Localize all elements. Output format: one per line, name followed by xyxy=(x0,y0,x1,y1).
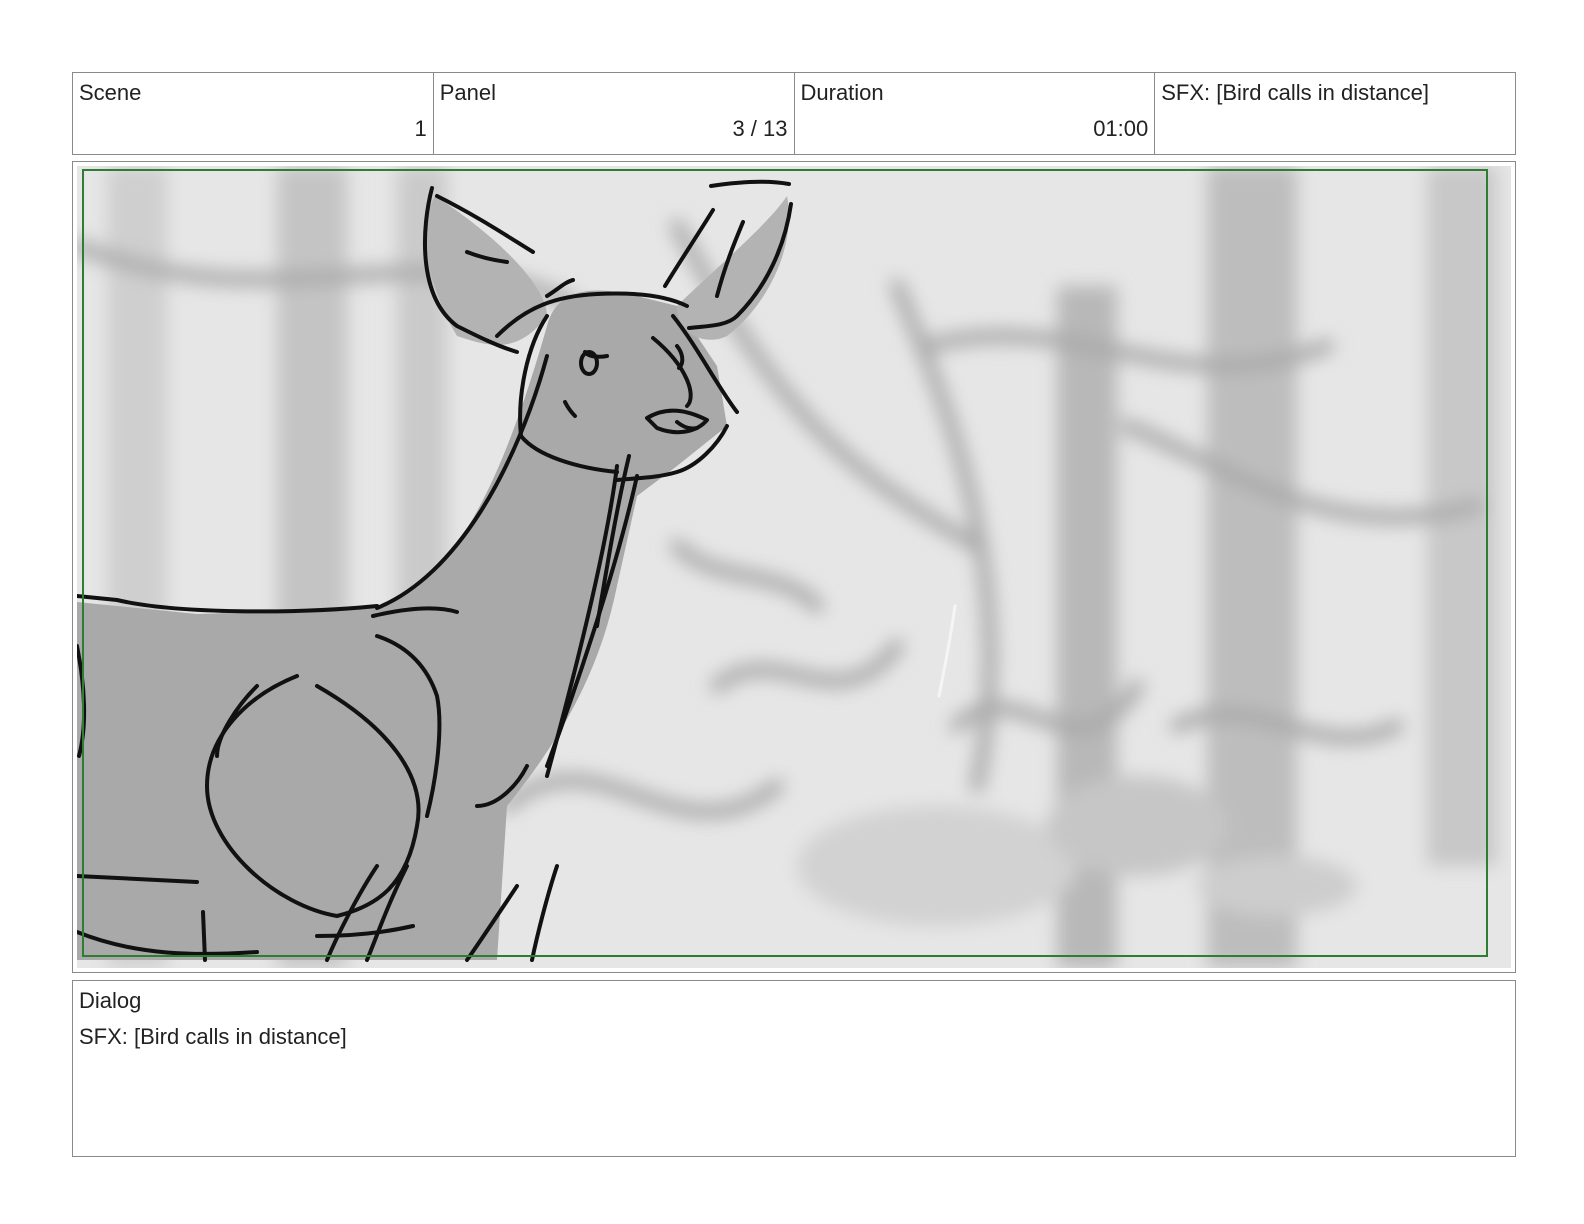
note-cell: SFX: [Bird calls in distance] xyxy=(1155,73,1515,154)
scene-cell: Scene 1 xyxy=(73,73,434,154)
duration-label: Duration xyxy=(800,80,884,105)
note-text[interactable]: SFX: [Bird calls in distance] xyxy=(1161,81,1429,105)
dialog-box: Dialog SFX: [Bird calls in distance] xyxy=(72,980,1516,1157)
panel-value[interactable]: 3 / 13 xyxy=(732,117,787,141)
duration-cell: Duration 01:00 xyxy=(795,73,1156,154)
duration-value[interactable]: 01:00 xyxy=(1093,117,1148,141)
dialog-text[interactable]: SFX: [Bird calls in distance] xyxy=(79,1025,347,1049)
scene-value[interactable]: 1 xyxy=(415,117,427,141)
panel-cell: Panel 3 / 13 xyxy=(434,73,795,154)
dialog-label: Dialog xyxy=(79,988,142,1013)
panel-label: Panel xyxy=(439,80,497,105)
scene-label: Scene xyxy=(79,80,142,105)
storyboard-frame xyxy=(72,161,1516,973)
panel-header: Scene 1 Panel 3 / 13 Duration 01:00 SFX:… xyxy=(72,72,1516,155)
storyboard-sketch xyxy=(77,166,1511,968)
